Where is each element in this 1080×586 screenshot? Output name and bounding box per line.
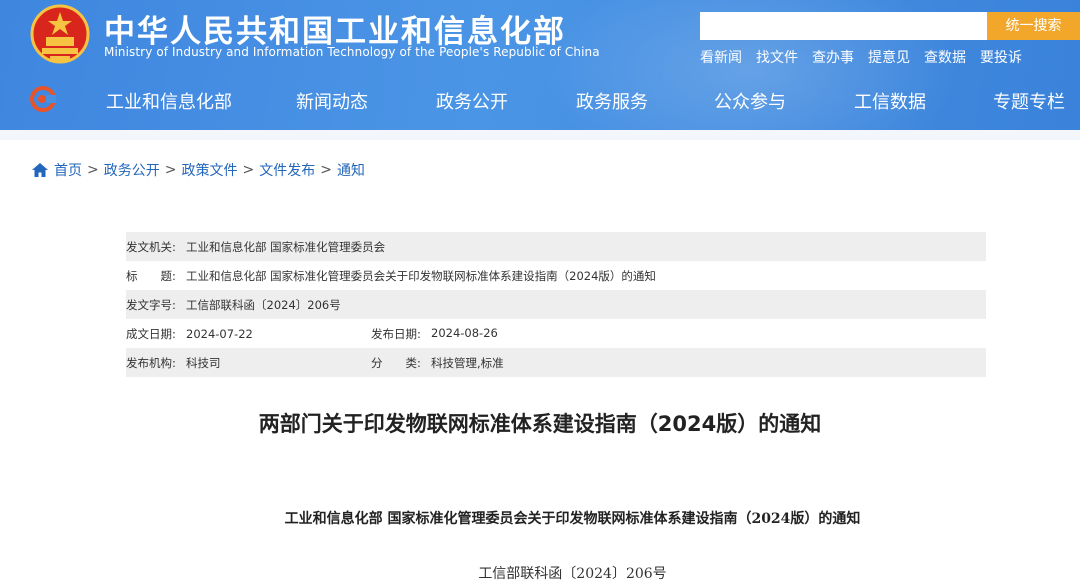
published-date-value: 2024-08-26 bbox=[431, 325, 498, 340]
national-emblem-icon bbox=[30, 4, 90, 64]
nav-item-miit[interactable]: 工业和信息化部 bbox=[106, 88, 232, 114]
quick-link-data[interactable]: 查数据 bbox=[924, 47, 966, 67]
nav-item-topics[interactable]: 专题专栏 bbox=[993, 88, 1065, 114]
meta-row-doc-no: 发文字号: 工信部联科函〔2024〕206号 bbox=[126, 290, 986, 319]
nav-item-data[interactable]: 工信数据 bbox=[854, 88, 926, 114]
breadcrumb: 首页 > 政务公开 > 政策文件 > 文件发布 > 通知 bbox=[32, 160, 365, 180]
search-button[interactable]: 统一搜索 bbox=[987, 12, 1080, 40]
home-icon[interactable] bbox=[32, 163, 48, 177]
main-nav: 工业和信息化部 新闻动态 政务公开 政务服务 公众参与 工信数据 专题专栏 bbox=[0, 84, 1080, 116]
title-label: 标 题: bbox=[126, 268, 176, 283]
document-heading: 工业和信息化部 国家标准化管理委员会关于印发物联网标准体系建设指南（2024版）… bbox=[284, 511, 861, 527]
meta-row-title: 标 题: 工业和信息化部 国家标准化管理委员会关于印发物联网标准体系建设指南（2… bbox=[126, 261, 986, 290]
org-value: 科技司 bbox=[186, 355, 221, 370]
published-date-group: 发布日期: 2024-08-26 bbox=[371, 326, 498, 342]
site-subtitle: Ministry of Industry and Information Tec… bbox=[104, 45, 600, 59]
breadcrumb-doc-release[interactable]: 文件发布 bbox=[259, 160, 315, 180]
breadcrumb-notice[interactable]: 通知 bbox=[337, 160, 365, 180]
doc-no-value: 工信部联科函〔2024〕206号 bbox=[186, 297, 341, 312]
breadcrumb-policy-docs[interactable]: 政策文件 bbox=[181, 160, 237, 180]
meta-row-dates: 成文日期: 2024-07-22 发布日期: 2024-08-26 bbox=[126, 319, 986, 348]
miit-logo-icon[interactable] bbox=[30, 86, 56, 112]
quick-link-files[interactable]: 找文件 bbox=[756, 47, 798, 67]
article-title: 两部门关于印发物联网标准体系建设指南（2024版）的通知 bbox=[258, 412, 822, 436]
category-group: 分 类: 科技管理,标准 bbox=[371, 355, 504, 371]
doc-no-label: 发文字号: bbox=[126, 297, 176, 312]
nav-item-public[interactable]: 公众参与 bbox=[714, 88, 786, 114]
meta-row-issuer: 发文机关: 工业和信息化部 国家标准化管理委员会 bbox=[126, 232, 986, 261]
category-label: 分 类: bbox=[371, 355, 421, 370]
breadcrumb-separator: > bbox=[164, 162, 177, 178]
document-number: 工信部联科函〔2024〕206号 bbox=[478, 566, 667, 582]
issuer-label: 发文机关: bbox=[126, 239, 176, 254]
published-date-label: 发布日期: bbox=[371, 326, 421, 341]
breadcrumb-separator: > bbox=[87, 162, 99, 178]
site-header: 中华人民共和国工业和信息化部 Ministry of Industry and … bbox=[0, 0, 1080, 140]
breadcrumb-separator: > bbox=[320, 162, 332, 178]
quick-link-services[interactable]: 查办事 bbox=[812, 47, 854, 67]
breadcrumb-gov-affairs[interactable]: 政务公开 bbox=[104, 160, 160, 180]
issuer-value: 工业和信息化部 国家标准化管理委员会 bbox=[186, 239, 386, 254]
written-date-label: 成文日期: bbox=[126, 326, 176, 341]
quick-links: 看新闻 找文件 查办事 提意见 查数据 要投诉 bbox=[700, 47, 1022, 67]
org-label: 发布机构: bbox=[126, 355, 176, 370]
breadcrumb-home[interactable]: 首页 bbox=[54, 160, 82, 180]
document-meta-table: 发文机关: 工业和信息化部 国家标准化管理委员会 标 题: 工业和信息化部 国家… bbox=[126, 232, 986, 377]
breadcrumb-separator: > bbox=[242, 162, 255, 178]
nav-item-news[interactable]: 新闻动态 bbox=[296, 88, 368, 114]
quick-link-feedback[interactable]: 提意见 bbox=[868, 47, 910, 67]
search-input[interactable] bbox=[700, 12, 987, 40]
nav-item-gov-services[interactable]: 政务服务 bbox=[576, 88, 648, 114]
header-divider bbox=[0, 130, 1080, 140]
written-date-value: 2024-07-22 bbox=[186, 326, 253, 341]
category-value: 科技管理,标准 bbox=[431, 355, 504, 370]
meta-row-org: 发布机构: 科技司 分 类: 科技管理,标准 bbox=[126, 348, 986, 377]
quick-link-news[interactable]: 看新闻 bbox=[700, 47, 742, 67]
nav-item-gov-affairs[interactable]: 政务公开 bbox=[436, 88, 508, 114]
title-value: 工业和信息化部 国家标准化管理委员会关于印发物联网标准体系建设指南（2024版）… bbox=[186, 268, 656, 283]
quick-link-complaint[interactable]: 要投诉 bbox=[980, 47, 1022, 67]
